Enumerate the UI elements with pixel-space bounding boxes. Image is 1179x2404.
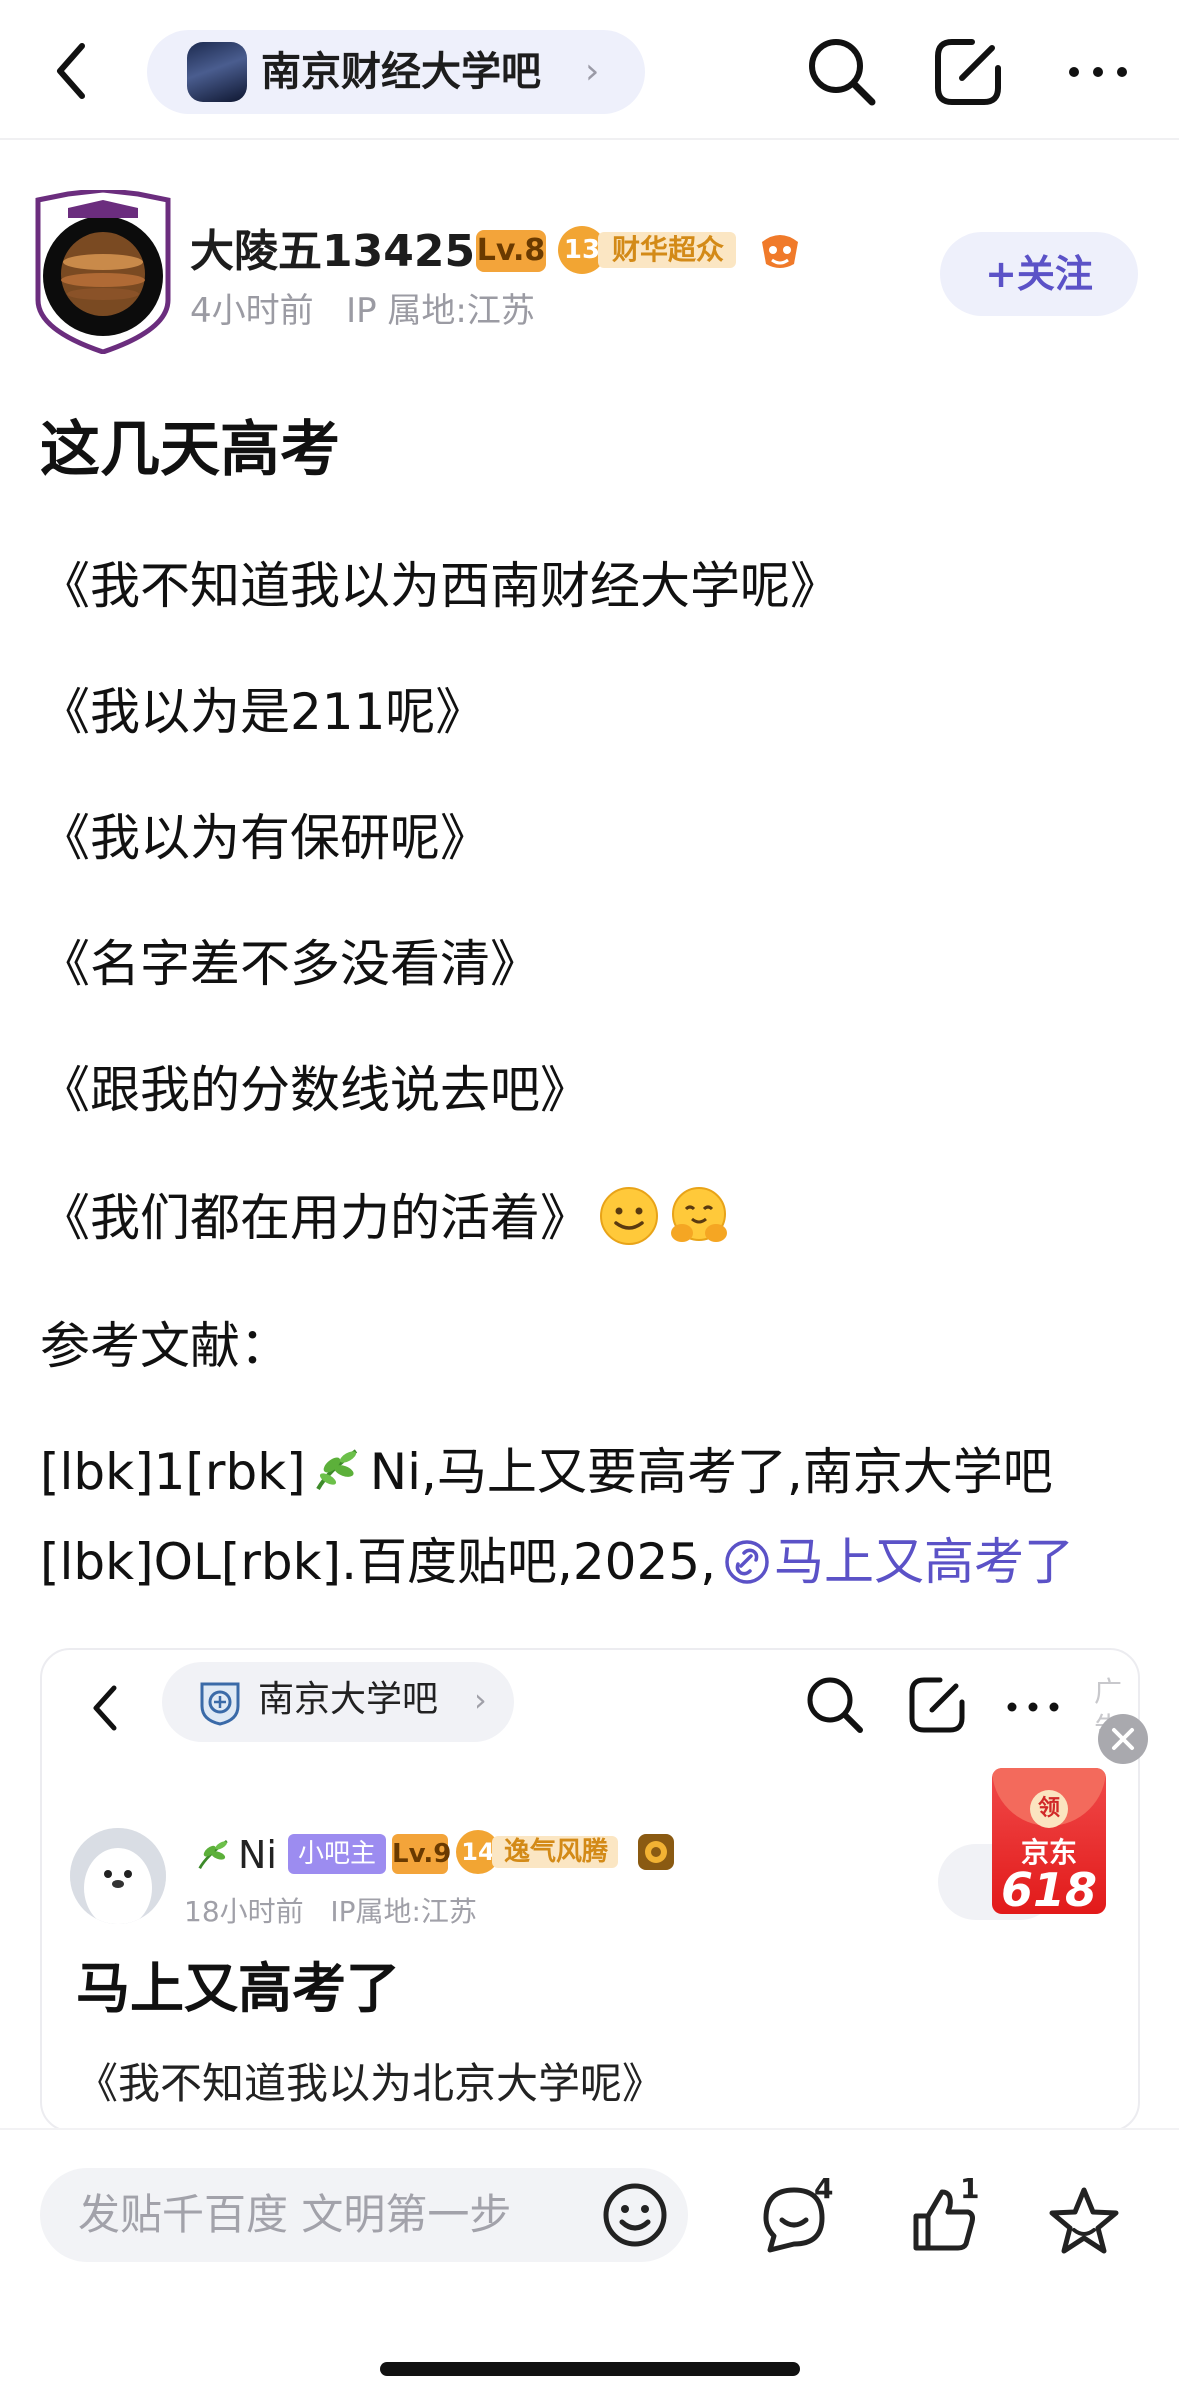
embedded-forum-pill: 南京大学吧 › <box>162 1662 514 1742</box>
home-indicator <box>380 2362 800 2376</box>
post-line: 《我们都在用力的活着》 <box>40 1189 590 1247</box>
comment-button[interactable]: 4 <box>756 2174 856 2260</box>
comment-count: 4 <box>814 2172 834 2205</box>
embedded-emblem-icon <box>636 1832 676 1872</box>
link-icon[interactable] <box>724 1532 770 1584</box>
star-icon[interactable] <box>1044 2182 1124 2262</box>
reference-line-1: [lbk]1[rbk] Ni,马上又要高考了,南京大学吧 <box>40 1436 1053 1508</box>
author-avatar[interactable] <box>28 187 178 355</box>
reference-link[interactable]: 马上又高考了 <box>774 1533 1074 1591</box>
ip-location: IP 属地:江苏 <box>346 291 535 331</box>
embedded-more-icon <box>1000 1674 1066 1740</box>
embedded-forum-name: 南京大学吧 <box>258 1679 439 1720</box>
medal-title: 财华超众 <box>598 232 737 268</box>
embedded-post-preview: 《我不知道我以为北京大学呢》 <box>76 2059 665 2108</box>
post-line: 《我以为是211呢》 <box>40 683 486 741</box>
author-name[interactable]: 大陵五13425 <box>190 224 475 280</box>
embedded-post-title: 马上又高考了 <box>76 1957 400 2020</box>
reference-detail: [lbk]OL[rbk].百度贴吧,2025, <box>40 1533 717 1591</box>
forum-name: 南京财经大学吧 <box>261 49 541 95</box>
post-line-with-emoji: 《我们都在用力的活着》 <box>40 1182 730 1254</box>
university-logo-icon <box>196 1678 244 1726</box>
post-line: 《跟我的分数线说去吧》 <box>40 1061 590 1119</box>
reply-input[interactable]: 发贴千百度 文明第一步 <box>40 2168 688 2262</box>
back-arrow-icon[interactable] <box>46 36 106 106</box>
post-time: 4小时前 <box>190 291 314 331</box>
post-line: 《名字差不多没看清》 <box>40 935 540 993</box>
reference-source: Ni,马上又要高考了,南京大学吧 <box>369 1443 1053 1501</box>
edit-icon[interactable] <box>928 32 1008 112</box>
embedded-back-icon <box>86 1680 126 1736</box>
like-button[interactable]: 1 <box>906 2174 1006 2260</box>
more-icon[interactable] <box>1058 32 1138 112</box>
embedded-leaf-icon <box>194 1834 234 1874</box>
post-meta: 4小时前 IP 属地:江苏 <box>190 288 535 334</box>
embedded-post-time: 18小时前 <box>184 1895 304 1928</box>
reference-index: [lbk]1[rbk] <box>40 1443 306 1501</box>
embedded-author-name-row: Ni <box>190 1830 277 1880</box>
forum-avatar <box>187 42 247 102</box>
embedded-author-avatar <box>70 1828 166 1924</box>
moderator-tag: 小吧主 <box>288 1834 387 1874</box>
reply-placeholder: 发贴千百度 文明第一步 <box>78 2190 512 2239</box>
post-line: 《我不知道我以为西南财经大学呢》 <box>40 557 840 615</box>
close-icon[interactable] <box>1098 1714 1148 1764</box>
level-badge: Lv.8 <box>476 230 546 272</box>
chevron-right-icon: › <box>585 51 600 92</box>
ad-promo: 618 <box>1000 1863 1098 1914</box>
reference-line-2: [lbk]OL[rbk].百度贴吧,2025, 马上又高考了 <box>40 1526 1074 1598</box>
smiley-icon[interactable] <box>600 2180 670 2250</box>
follow-button[interactable]: +关注 <box>940 232 1138 316</box>
forum-pill[interactable]: 南京财经大学吧 › <box>147 30 645 114</box>
hug-emoji-icon <box>668 1185 730 1247</box>
top-nav-bar: 南京财经大学吧 › <box>0 0 1179 140</box>
post-title: 这几天高考 <box>40 415 340 485</box>
embedded-screenshot-image[interactable]: 南京大学吧 › 广告 Ni 小吧主 Lv.9 14 逸气风腾 18小时前 <box>40 1648 1140 2132</box>
references-heading: 参考文献： <box>40 1317 290 1375</box>
embedded-ip-location: IP属地:江苏 <box>330 1895 477 1928</box>
game-emblem-icon <box>756 226 804 274</box>
embedded-medal-title: 逸气风腾 <box>492 1836 619 1868</box>
embedded-chevron-icon: › <box>474 1681 487 1719</box>
embedded-post-meta: 18小时前 IP属地:江苏 <box>184 1892 477 1932</box>
ad-coin: 领 <box>1030 1790 1068 1828</box>
red-envelope-ad[interactable]: 领 京东 618 <box>992 1768 1106 1914</box>
like-count: 1 <box>960 2172 980 2205</box>
smile-emoji-icon <box>598 1185 660 1247</box>
embedded-level-badge: Lv.9 <box>392 1834 451 1874</box>
search-icon[interactable] <box>802 32 882 112</box>
embedded-author-name: Ni <box>238 1833 277 1877</box>
leaf-icon <box>310 1441 366 1497</box>
embedded-search-icon <box>800 1670 870 1740</box>
post-line: 《我以为有保研呢》 <box>40 809 490 867</box>
embedded-edit-icon <box>904 1672 970 1738</box>
